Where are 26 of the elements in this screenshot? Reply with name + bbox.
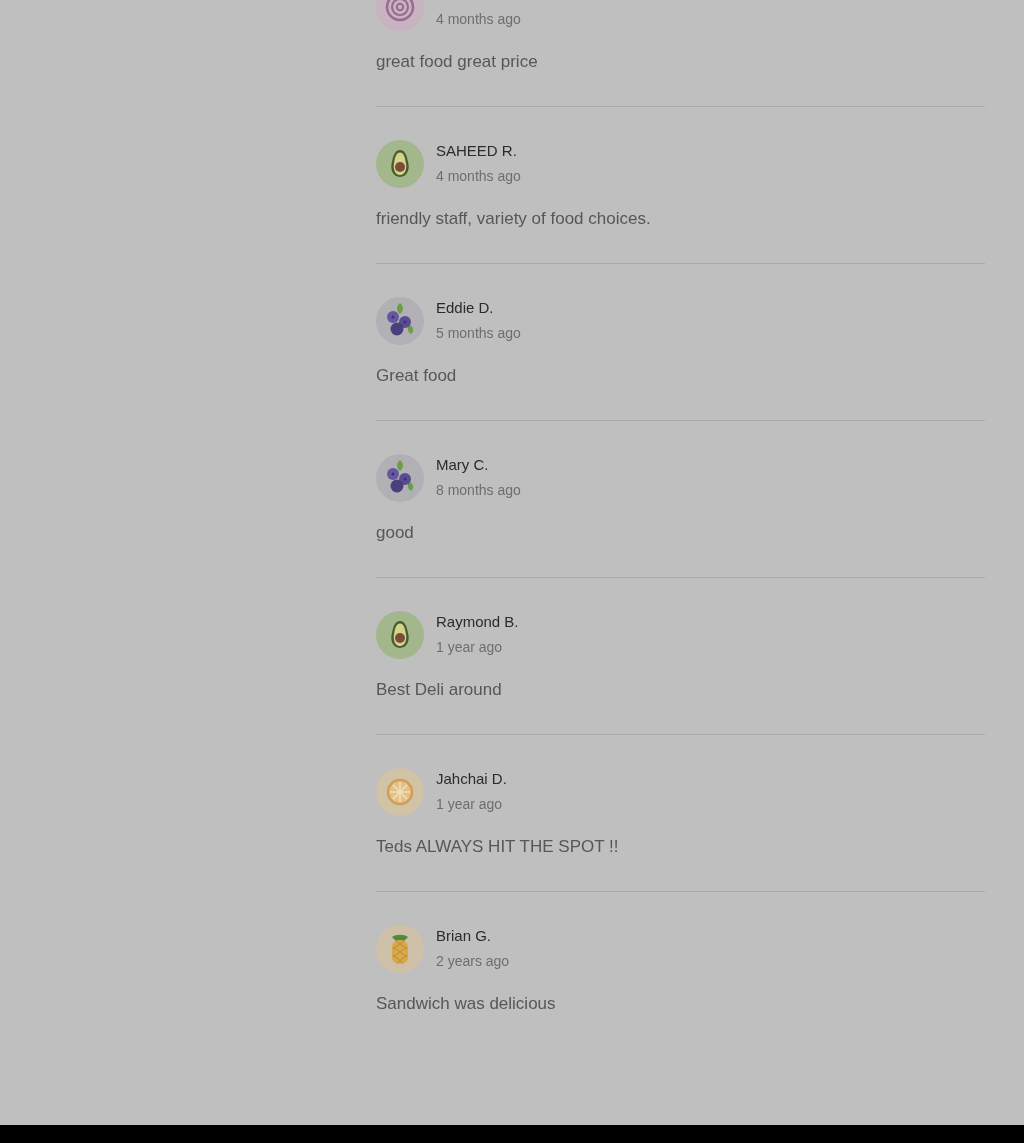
citrus-slice-icon bbox=[376, 768, 424, 816]
reviewer-name: Eddie D. bbox=[436, 298, 494, 318]
pineapple-icon bbox=[376, 925, 424, 973]
reviewer-name: Raymond B. bbox=[436, 612, 519, 632]
review-text: Sandwich was delicious bbox=[376, 993, 556, 1015]
review-text: good bbox=[376, 522, 414, 544]
review-text: Teds ALWAYS HIT THE SPOT !! bbox=[376, 836, 619, 858]
review-time: 8 months ago bbox=[436, 481, 521, 499]
review-time: 1 year ago bbox=[436, 638, 503, 656]
review-text: Best Deli around bbox=[376, 679, 502, 701]
review-text: friendly staff, variety of food choices. bbox=[376, 208, 651, 230]
review-time: 4 months ago bbox=[436, 167, 521, 185]
avocado-icon bbox=[376, 140, 424, 188]
reviewer-name: SAHEED R. bbox=[436, 141, 517, 161]
review-time: 1 year ago bbox=[436, 795, 503, 813]
blueberries-icon bbox=[376, 454, 424, 502]
reviewer-name: Brian G. bbox=[436, 926, 492, 946]
review-time: 5 months ago bbox=[436, 324, 521, 342]
reviewer-name: Mary C. bbox=[436, 455, 489, 475]
review-time: 4 months ago bbox=[436, 10, 521, 28]
reviewer-name: Jahchai D. bbox=[436, 769, 507, 789]
review-time: 2 years ago bbox=[436, 952, 510, 970]
review-text: great food great price bbox=[376, 51, 538, 73]
avocado-icon bbox=[376, 611, 424, 659]
review-text: Great food bbox=[376, 365, 457, 387]
blueberries-icon bbox=[376, 297, 424, 345]
